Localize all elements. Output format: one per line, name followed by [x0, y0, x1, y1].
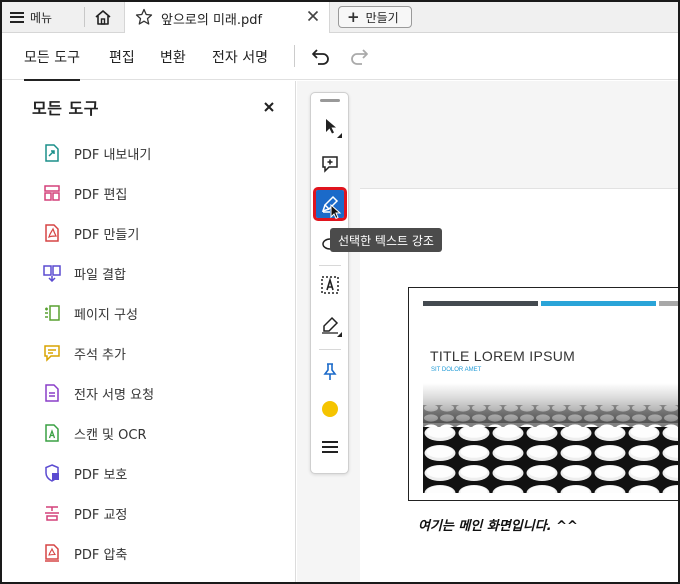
tool-scan-ocr[interactable]: 스캔 및 OCR: [42, 421, 147, 445]
tool-label: 스캔 및 OCR: [74, 427, 147, 443]
redact-pdf-icon: [42, 503, 62, 523]
star-icon[interactable]: [135, 8, 153, 26]
select-tool-button[interactable]: [316, 112, 344, 140]
pin-icon: [323, 363, 337, 380]
main-toolbar: 모든 도구 편집 변환 전자 서명: [2, 33, 678, 81]
tool-label: 페이지 구성: [74, 307, 138, 323]
panel-title: 모든 도구: [32, 99, 99, 118]
quick-tools-divider: [319, 265, 341, 266]
pdf-export-icon: [42, 143, 62, 163]
document-caption: 여기는 메인 화면입니다. ^^: [418, 519, 578, 534]
pdf-edit-icon: [42, 183, 62, 203]
tool-request-signature[interactable]: 전자 서명 요청: [42, 381, 154, 405]
plus-icon: +: [347, 7, 360, 26]
mouse-cursor-icon: [330, 204, 342, 220]
menu-button[interactable]: 메뉴: [10, 6, 52, 28]
tool-add-comment[interactable]: 주석 추가: [42, 341, 126, 365]
color-swatch-icon: [322, 401, 338, 417]
add-comment-icon: [42, 343, 62, 363]
document-tab-title: 앞으로의 미래.pdf: [161, 13, 263, 28]
tab-e-sign[interactable]: 전자 서명: [212, 47, 268, 67]
protect-pdf-icon: [42, 463, 62, 483]
tool-label: PDF 보호: [74, 467, 128, 483]
toolbar-divider: [294, 45, 295, 67]
tool-compress-pdf[interactable]: PDF 압축: [42, 541, 127, 565]
home-icon: [95, 9, 111, 25]
menu-label: 메뉴: [30, 10, 53, 25]
tool-label: 전자 서명 요청: [74, 387, 155, 403]
tool-label: PDF 편집: [74, 187, 128, 203]
new-create-label: 만들기: [365, 10, 399, 25]
quick-tools-divider: [319, 349, 341, 350]
close-tab-icon[interactable]: [305, 8, 321, 24]
tab-bar: 메뉴 앞으로의 미래.pdf + 만들기: [2, 2, 678, 33]
slide-header-bars: [423, 301, 678, 306]
tool-combine-files[interactable]: 파일 결합: [42, 261, 126, 285]
tool-label: PDF 교정: [74, 507, 128, 523]
color-picker-button[interactable]: [316, 395, 344, 423]
redo-icon[interactable]: [348, 46, 370, 66]
tool-pdf-export[interactable]: PDF 내보내기: [42, 141, 151, 165]
slide-thumbnail: TITLE LOREM IPSUM SIT DOLOR AMET: [408, 287, 678, 501]
compress-pdf-icon: [42, 543, 62, 563]
tool-organize-pages[interactable]: 페이지 구성: [42, 301, 138, 325]
tooltip: 선택한 텍스트 강조: [330, 228, 442, 252]
tool-label: PDF 압축: [74, 547, 128, 563]
home-button[interactable]: [91, 6, 115, 28]
tool-label: 주석 추가: [74, 347, 126, 363]
tool-redact-pdf[interactable]: PDF 교정: [42, 501, 127, 525]
text-box-tool-button[interactable]: [316, 271, 344, 299]
tool-label: PDF 내보내기: [74, 147, 152, 163]
text-box-icon: [321, 276, 339, 294]
more-options-button[interactable]: [316, 433, 344, 461]
pin-tool-button[interactable]: [316, 358, 344, 386]
add-comment-tool-button[interactable]: [316, 150, 344, 178]
request-signature-icon: [42, 383, 62, 403]
tool-protect-pdf[interactable]: PDF 보호: [42, 461, 127, 485]
app-window: 메뉴 앞으로의 미래.pdf + 만들기 모든 도구 편집 변환 전자 서명 모…: [0, 0, 680, 584]
tab-edit[interactable]: 편집: [109, 47, 135, 67]
new-create-button[interactable]: + 만들기: [338, 6, 412, 28]
tool-pdf-edit[interactable]: PDF 편집: [42, 181, 127, 205]
slide-image: [423, 383, 678, 493]
scan-ocr-icon: [42, 423, 62, 443]
hamburger-icon: [10, 11, 24, 23]
close-panel-icon[interactable]: [263, 101, 275, 113]
tab-all-tools[interactable]: 모든 도구: [24, 47, 80, 81]
menu-lines-icon: [322, 441, 338, 453]
document-tab[interactable]: 앞으로의 미래.pdf: [124, 2, 330, 33]
tab-convert[interactable]: 변환: [160, 47, 186, 67]
undo-icon[interactable]: [310, 46, 332, 66]
tool-label: 파일 결합: [74, 267, 126, 283]
all-tools-panel: 모든 도구 PDF 내보내기 PDF 편집 PDF 만들기 파일 결합 페이지 …: [2, 81, 296, 582]
submenu-indicator: [337, 332, 342, 337]
slide-subtitle: SIT DOLOR AMET: [431, 367, 482, 373]
cursor-arrow-icon: [326, 119, 336, 134]
slide-title: TITLE LOREM IPSUM: [430, 348, 576, 364]
tab-separator: [84, 7, 85, 27]
quick-tools-grip[interactable]: [320, 99, 340, 102]
sign-tool-button[interactable]: [316, 311, 344, 339]
tool-pdf-create[interactable]: PDF 만들기: [42, 221, 139, 245]
combine-files-icon: [42, 263, 62, 283]
tool-label: PDF 만들기: [74, 227, 140, 243]
comment-add-icon: [322, 156, 338, 173]
organize-pages-icon: [42, 303, 62, 323]
quick-tools-bar: [310, 92, 349, 474]
submenu-indicator: [337, 133, 342, 138]
pdf-create-icon: [42, 223, 62, 243]
